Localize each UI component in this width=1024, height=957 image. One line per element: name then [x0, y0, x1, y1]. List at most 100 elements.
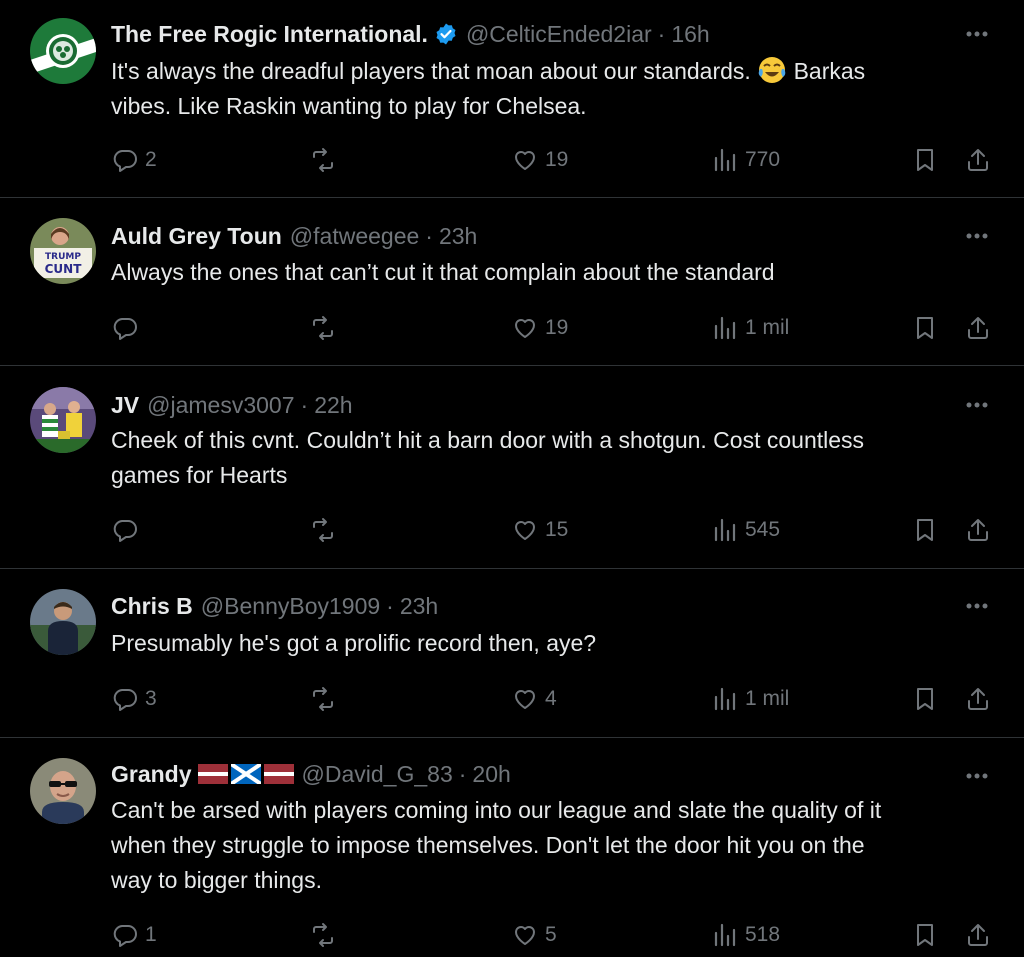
more-options-icon[interactable]: [960, 764, 994, 788]
handle[interactable]: @BennyBoy1909: [201, 593, 380, 620]
more-options-icon[interactable]: [960, 393, 994, 417]
repost-button[interactable]: [309, 144, 343, 176]
repost-icon: [313, 687, 333, 711]
bookmark-icon: [917, 317, 933, 339]
reply-icon: [113, 318, 137, 340]
reply-icon: [113, 689, 137, 711]
separator-dot: ·: [386, 592, 394, 619]
repost-icon: [313, 518, 333, 542]
tweet-text-line: when they struggle to impose themselves.…: [111, 832, 865, 858]
heart-icon: [515, 926, 535, 945]
avatar[interactable]: [30, 758, 96, 824]
display-name[interactable]: JV: [111, 392, 139, 419]
share-button[interactable]: [964, 919, 992, 951]
tweet-header: Grandy @David_G_83 · 20h: [111, 758, 944, 790]
timestamp[interactable]: 23h: [400, 593, 438, 620]
reply-button[interactable]: [111, 312, 145, 344]
repost-button[interactable]: [309, 919, 343, 951]
svg-text:TRUMP: TRUMP: [45, 252, 81, 262]
bookmark-button[interactable]: [911, 919, 939, 951]
heart-icon: [515, 521, 535, 540]
action-bar: 3 4 1 mil: [111, 683, 994, 715]
like-button[interactable]: 4: [511, 683, 557, 715]
share-icon: [968, 519, 988, 541]
bookmark-icon: [917, 149, 933, 171]
views-button[interactable]: 770: [711, 144, 780, 176]
like-count: 15: [545, 518, 569, 541]
view-count: 770: [745, 148, 781, 171]
like-button[interactable]: 15: [511, 514, 568, 546]
views-button[interactable]: 1 mil: [711, 312, 789, 344]
action-bar: 2 19 770: [111, 144, 994, 176]
bookmark-button[interactable]: [911, 312, 939, 344]
reply-count: 2: [145, 148, 157, 171]
handle[interactable]: @jamesv3007: [147, 392, 294, 419]
avatar[interactable]: TRUMP CUNT: [30, 218, 96, 284]
heart-icon: [515, 690, 535, 709]
avatar[interactable]: [30, 387, 96, 453]
reply-button[interactable]: 2: [111, 144, 157, 176]
share-icon: [968, 317, 988, 339]
reply-count: 3: [145, 687, 157, 710]
views-button[interactable]: 1 mil: [711, 683, 789, 715]
more-options-icon[interactable]: [960, 224, 994, 248]
share-button[interactable]: [964, 144, 992, 176]
display-name[interactable]: The Free Rogic International.: [111, 21, 428, 48]
celtic-crest-avatar: [30, 18, 96, 84]
tweet-text-line: way to bigger things.: [111, 867, 322, 893]
share-icon: [968, 688, 988, 710]
like-button[interactable]: 19: [511, 312, 568, 344]
like-count: 4: [545, 687, 557, 710]
separator-dot: ·: [425, 222, 433, 249]
like-button[interactable]: 19: [511, 144, 568, 176]
timeline-feed: The Free Rogic International. @CelticEnd…: [0, 0, 1024, 957]
avatar[interactable]: [30, 18, 96, 84]
display-name[interactable]: Grandy: [111, 761, 192, 788]
timestamp[interactable]: 23h: [439, 223, 477, 250]
handle[interactable]: @fatweegee: [290, 223, 420, 250]
tweet[interactable]: Chris B @BennyBoy1909 · 23h Presumably h…: [0, 569, 1024, 738]
handle[interactable]: @CelticEnded2iar: [466, 21, 652, 48]
like-button[interactable]: 5: [511, 919, 557, 951]
display-name[interactable]: Auld Grey Toun: [111, 223, 282, 250]
display-name[interactable]: Chris B: [111, 593, 193, 620]
tweet-text-line: Always the ones that can’t cut it that c…: [111, 259, 775, 285]
avatar[interactable]: [30, 589, 96, 655]
reply-button[interactable]: 3: [111, 683, 157, 715]
share-button[interactable]: [964, 683, 992, 715]
views-button[interactable]: 518: [711, 919, 780, 951]
bookmark-button[interactable]: [911, 683, 939, 715]
reply-count: 1: [145, 923, 157, 946]
bookmark-button[interactable]: [911, 144, 939, 176]
repost-button[interactable]: [309, 312, 343, 344]
share-button[interactable]: [964, 312, 992, 344]
timestamp[interactable]: 20h: [472, 761, 510, 788]
timestamp[interactable]: 16h: [671, 21, 709, 48]
action-bar: 15 545: [111, 514, 994, 546]
repost-button[interactable]: [309, 514, 343, 546]
tweet-text-line: Barkas: [793, 58, 866, 84]
tweet[interactable]: Grandy @David_G_83 · 20h Can't be arsed …: [0, 738, 1024, 957]
more-options-icon[interactable]: [960, 594, 994, 618]
separator-dot: ·: [458, 760, 467, 787]
latvia-flag-icon: [263, 764, 294, 784]
tweet[interactable]: The Free Rogic International. @CelticEnd…: [0, 0, 1024, 198]
views-button[interactable]: 545: [711, 514, 780, 546]
tweet-text-line: Cheek of this cvnt. Couldn’t hit a barn …: [111, 427, 865, 453]
tweet[interactable]: TRUMP CUNT Auld Grey Toun @fatweegee · 2…: [0, 198, 1024, 366]
reply-button[interactable]: [111, 514, 145, 546]
latvia-flag-icon: [197, 764, 228, 784]
timestamp[interactable]: 22h: [314, 392, 352, 419]
reply-button[interactable]: 1: [111, 919, 157, 951]
separator-dot: ·: [657, 20, 666, 47]
share-button[interactable]: [964, 514, 992, 546]
tweet-header: JV @jamesv3007 · 22h: [111, 389, 944, 421]
handle[interactable]: @David_G_83: [302, 761, 453, 788]
views-chart-icon: [714, 687, 736, 711]
repost-button[interactable]: [309, 683, 343, 715]
heart-icon: [515, 319, 535, 338]
view-count: 518: [745, 923, 781, 946]
tweet[interactable]: JV @jamesv3007 · 22h Cheek of this cvnt.…: [0, 366, 1024, 569]
bookmark-button[interactable]: [911, 514, 939, 546]
more-options-icon[interactable]: [960, 22, 994, 46]
